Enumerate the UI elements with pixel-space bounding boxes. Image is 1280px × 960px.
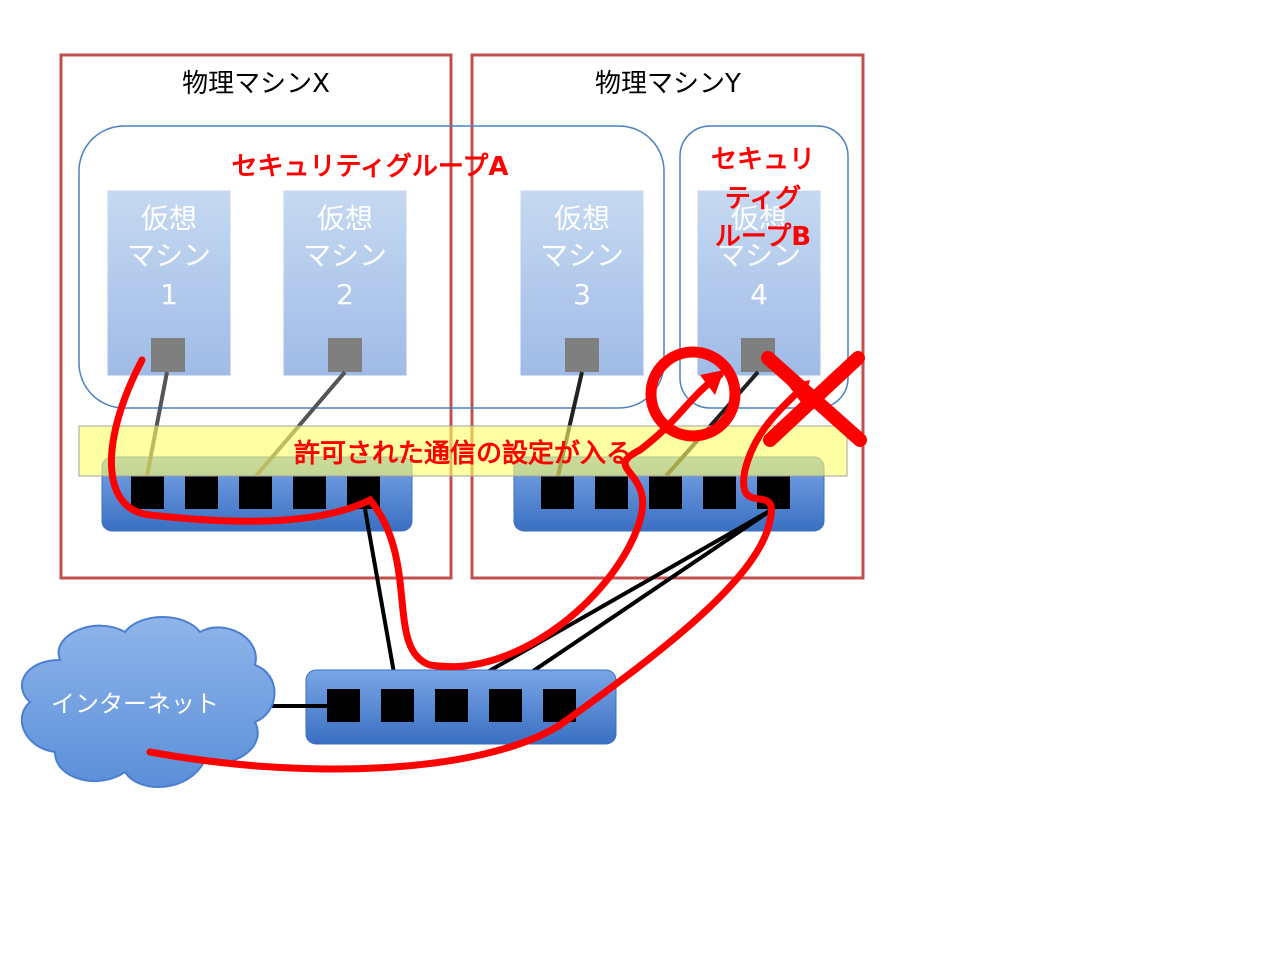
security-group-b-label-line-2: ティグ: [725, 184, 801, 214]
physical-switch: [305, 669, 617, 745]
vm-1-line-3: 1: [160, 278, 178, 311]
switch-x-port-4: [293, 476, 326, 509]
vm-1: 仮想 マシン 1: [106, 189, 232, 377]
switch-y-port-2: [595, 476, 628, 509]
internet-label: インターネット: [51, 690, 219, 718]
switch-y-port-1: [541, 476, 574, 509]
switch-x-port-1: [131, 476, 164, 509]
vm-4: 仮想 マシン 4: [696, 189, 822, 377]
security-group-a-label: セキュリティグループA: [231, 152, 508, 182]
physical-machine-x-title: 物理マシンX: [182, 69, 330, 99]
security-group-b-label-line-3: ループB: [715, 222, 811, 252]
firewall-banner-text: 許可された通信の設定が入る: [294, 438, 632, 469]
vm-2: 仮想 マシン 2: [282, 189, 408, 377]
switch-x-port-3: [239, 476, 272, 509]
switch-y-port-4: [703, 476, 736, 509]
vm-2-line-1: 仮想: [317, 202, 373, 235]
physical-switch-port-4: [489, 689, 522, 722]
vm-3-line-3: 3: [573, 278, 591, 311]
switch-x-port-2: [185, 476, 218, 509]
physical-switch-port-2: [381, 689, 414, 722]
vm-3-line-1: 仮想: [554, 202, 610, 235]
vm-2-line-3: 2: [336, 278, 354, 311]
network-diagram: 物理マシンX 物理マシンY 仮想 マシン 1 仮想 マシン 2 仮想 マシン 3…: [20, 53, 867, 788]
vm-1-line-2: マシン: [127, 239, 211, 272]
security-group-b-label-line-1: セキュリ: [711, 145, 815, 175]
physical-machine-y-title: 物理マシンY: [595, 69, 741, 99]
physical-switch-port-3: [435, 689, 468, 722]
vm-3-nic: [565, 338, 599, 372]
vm-3: 仮想 マシン 3: [519, 189, 645, 377]
vm-1-line-1: 仮想: [141, 202, 197, 235]
switch-y-port-3: [649, 476, 682, 509]
vm-2-nic: [328, 338, 362, 372]
vm-4-line-3: 4: [750, 278, 768, 311]
vm-1-nic: [151, 338, 185, 372]
vm-2-line-2: マシン: [303, 239, 387, 272]
vm-3-line-2: マシン: [540, 239, 624, 272]
uplink-switch-y-a: [455, 507, 774, 692]
physical-switch-port-1: [327, 689, 360, 722]
